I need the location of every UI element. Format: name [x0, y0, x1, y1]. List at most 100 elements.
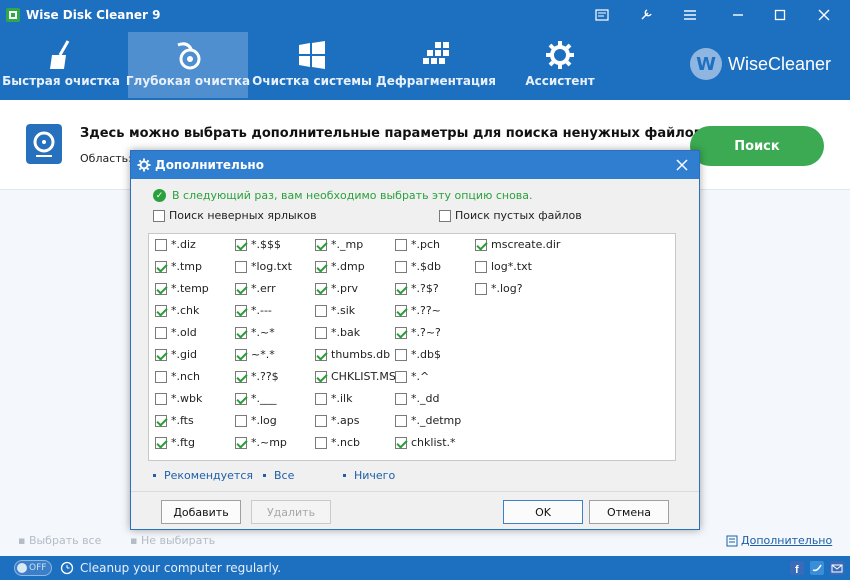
file-mask-checkbox[interactable]: *.dmp	[315, 260, 365, 273]
nav-deep-clean[interactable]: Глубокая очистка	[125, 32, 251, 98]
facebook-icon[interactable]: f	[790, 561, 804, 575]
file-mask-label: *.pch	[411, 238, 440, 251]
file-mask-checkbox[interactable]: *.sik	[315, 304, 355, 317]
cancel-button[interactable]: Отмена	[589, 500, 669, 524]
file-mask-checkbox[interactable]: *.??~	[395, 304, 441, 317]
select-all-link[interactable]: ▪ Выбрать все	[18, 534, 101, 547]
auto-clean-toggle[interactable]: OFF	[14, 560, 52, 576]
file-mask-checkbox[interactable]: *.pch	[395, 238, 440, 251]
file-mask-checkbox[interactable]: *.old	[155, 326, 197, 339]
ok-button[interactable]: OK	[503, 500, 583, 524]
file-mask-checkbox[interactable]: *log.txt	[235, 260, 292, 273]
file-mask-label: *.wbk	[171, 392, 203, 405]
file-mask-checkbox[interactable]: *.log?	[475, 282, 523, 295]
title-bar: Wise Disk Cleaner 9	[0, 0, 850, 30]
file-mask-label: *.ilk	[331, 392, 353, 405]
select-none-link[interactable]: ▪ Не выбирать	[130, 534, 215, 547]
empty-files-checkbox[interactable]: Поиск пустых файлов	[439, 209, 582, 222]
file-mask-checkbox[interactable]: *.wbk	[155, 392, 202, 405]
tools-icon[interactable]	[632, 4, 660, 26]
file-mask-checkbox[interactable]: *.~mp	[235, 436, 287, 449]
add-button[interactable]: Добавить	[161, 500, 241, 524]
disk-icon	[26, 124, 62, 164]
file-mask-label: *.nch	[171, 370, 200, 383]
file-mask-label: log*.txt	[491, 260, 532, 273]
file-mask-checkbox[interactable]: *.fts	[155, 414, 194, 427]
feedback-icon[interactable]	[588, 4, 616, 26]
menu-icon[interactable]	[676, 4, 704, 26]
nav-label: Дефрагментация	[376, 74, 496, 88]
nav-defrag[interactable]: Дефрагментация	[376, 32, 496, 98]
file-mask-checkbox[interactable]: mscreate.dir	[475, 238, 560, 251]
advanced-link[interactable]: Дополнительно	[726, 534, 832, 547]
svg-text:f: f	[795, 564, 799, 575]
delete-button[interactable]: Удалить	[251, 500, 331, 524]
dialog-footer: Добавить Удалить OK Отмена	[131, 491, 699, 529]
brand-name: WiseCleaner	[728, 53, 832, 74]
file-mask-label: *.^	[411, 370, 430, 383]
file-mask-checkbox[interactable]: *.?$?	[395, 282, 439, 295]
success-check-icon: ✓	[153, 189, 166, 202]
file-mask-checkbox[interactable]: *.nch	[155, 370, 200, 383]
file-mask-checkbox[interactable]: *.chk	[155, 304, 199, 317]
file-mask-checkbox[interactable]: log*.txt	[475, 260, 532, 273]
defrag-icon	[419, 38, 453, 72]
recommended-link[interactable]: Рекомендуется	[153, 469, 253, 482]
file-mask-checkbox[interactable]: *._dd	[395, 392, 439, 405]
file-mask-checkbox[interactable]: *.ncb	[315, 436, 360, 449]
file-mask-label: *.gid	[171, 348, 198, 361]
email-icon[interactable]	[830, 561, 844, 575]
file-mask-checkbox[interactable]: *.bak	[315, 326, 360, 339]
file-mask-label: *.db$	[411, 348, 441, 361]
file-mask-checkbox[interactable]: *.$db	[395, 260, 441, 273]
file-mask-checkbox[interactable]: CHKLIST.MS	[315, 370, 396, 383]
nav-quick-clean[interactable]: Быстрая очистка	[0, 32, 122, 98]
none-link[interactable]: Ничего	[343, 469, 395, 482]
file-mask-checkbox[interactable]: *.prv	[315, 282, 358, 295]
notice-text: В следующий раз, вам необходимо выбрать …	[172, 189, 533, 202]
file-mask-checkbox[interactable]: *.diz	[155, 238, 196, 251]
file-mask-checkbox[interactable]: *.~*	[235, 326, 275, 339]
file-mask-checkbox[interactable]: *.db$	[395, 348, 441, 361]
status-text: Cleanup your computer regularly.	[80, 561, 282, 575]
file-mask-checkbox[interactable]: *.___	[235, 392, 277, 405]
file-mask-checkbox[interactable]: *.^	[395, 370, 429, 383]
file-mask-checkbox[interactable]: *.aps	[315, 414, 359, 427]
maximize-icon[interactable]	[766, 4, 794, 26]
file-mask-checkbox[interactable]: *.---	[235, 304, 272, 317]
file-mask-checkbox[interactable]: ~*.*	[235, 348, 275, 361]
close-icon[interactable]	[810, 4, 838, 26]
twitter-icon[interactable]	[810, 561, 824, 575]
file-mask-list: *.diz *.tmp *.temp *.chk *.old *.gid *.nch *.wb…	[148, 233, 676, 461]
broom-icon	[44, 38, 78, 72]
file-mask-checkbox[interactable]: chklist.*	[395, 436, 456, 449]
file-mask-checkbox[interactable]: *.gid	[155, 348, 197, 361]
file-mask-checkbox[interactable]: *.$$$	[235, 238, 281, 251]
file-mask-checkbox[interactable]: *.??$	[235, 370, 279, 383]
file-mask-checkbox[interactable]: *.tmp	[155, 260, 202, 273]
file-mask-checkbox[interactable]: *.temp	[155, 282, 209, 295]
scan-button[interactable]: Поиск	[690, 126, 824, 166]
nav-system-clean[interactable]: Очистка системы	[252, 32, 372, 98]
file-mask-label: CHKLIST.MS	[331, 370, 396, 383]
all-link[interactable]: Все	[263, 469, 294, 482]
minimize-icon[interactable]	[724, 4, 752, 26]
file-mask-checkbox[interactable]: *.err	[235, 282, 276, 295]
file-mask-checkbox[interactable]: *._mp	[315, 238, 363, 251]
invalid-shortcuts-checkbox[interactable]: Поиск неверных ярлыков	[153, 209, 317, 222]
file-mask-label: *.temp	[171, 282, 209, 295]
nav-label: Глубокая очистка	[125, 74, 251, 88]
nav-assistant[interactable]: Ассистент	[506, 32, 614, 98]
file-mask-checkbox[interactable]: *.ilk	[315, 392, 352, 405]
file-mask-checkbox[interactable]: *._detmp	[395, 414, 461, 427]
assistant-gear-icon	[543, 38, 577, 72]
file-mask-label: *.fts	[171, 414, 194, 427]
file-mask-checkbox[interactable]: *.?~?	[395, 326, 441, 339]
dialog-close-icon[interactable]	[673, 156, 691, 174]
file-mask-checkbox[interactable]: *.ftg	[155, 436, 195, 449]
file-mask-checkbox[interactable]: thumbs.db	[315, 348, 390, 361]
status-bar: OFF Cleanup your computer regularly. f	[0, 556, 850, 580]
file-mask-checkbox[interactable]: *.log	[235, 414, 277, 427]
file-mask-label: *.old	[171, 326, 197, 339]
file-mask-label: *.bak	[331, 326, 361, 339]
